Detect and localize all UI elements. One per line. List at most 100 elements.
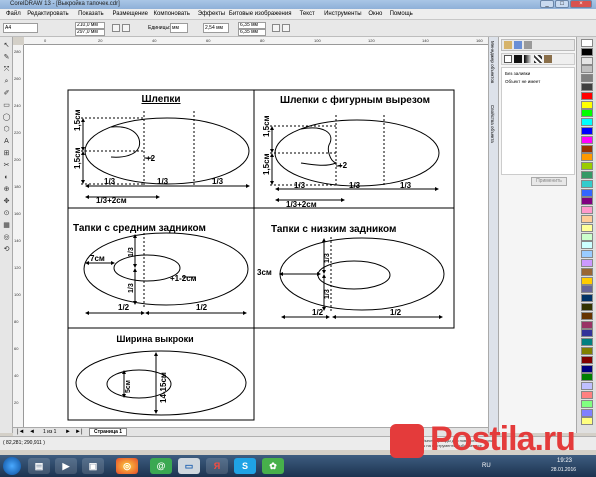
palette-swatch[interactable] (581, 338, 593, 347)
fill-tab-icon[interactable] (504, 41, 512, 49)
menu-item-8[interactable]: Инструменты (324, 11, 361, 17)
menu-item-1[interactable]: Редактировать (27, 11, 68, 17)
palette-swatch[interactable] (581, 364, 593, 373)
docker-tab-0[interactable]: Менеджер объектов (490, 41, 495, 101)
language-indicator[interactable]: RU (482, 463, 491, 469)
taskbar-skype-icon[interactable]: S (234, 458, 256, 474)
crop-tool-icon[interactable]: ⤧ (2, 65, 11, 74)
menu-item-3[interactable]: Размещение (113, 11, 149, 17)
taskbar-yandex-icon[interactable]: Я (206, 458, 228, 474)
palette-swatch[interactable] (581, 303, 593, 311)
taskbar-corel-icon[interactable]: ✿ (262, 458, 284, 474)
palette-swatch[interactable] (581, 285, 593, 294)
palette-swatch[interactable] (581, 83, 593, 91)
taskbar-explorer-icon[interactable]: ▤ (28, 458, 50, 474)
first-page-icon[interactable]: |◄ (17, 429, 25, 435)
options-icon[interactable] (282, 24, 290, 32)
polygon-tool-icon[interactable]: ⬡ (2, 125, 11, 134)
palette-swatch[interactable] (581, 311, 593, 320)
palette-swatch[interactable] (581, 162, 593, 171)
palette-swatch[interactable] (581, 373, 593, 382)
landscape-icon[interactable] (122, 24, 130, 32)
outline-tab-icon[interactable] (514, 41, 522, 49)
page-width-field[interactable]: 210,0 мм (75, 22, 105, 29)
palette-swatch[interactable] (581, 320, 593, 329)
palette-swatch[interactable] (581, 153, 593, 162)
palette-swatch[interactable] (581, 399, 593, 408)
drawing-canvas[interactable]: Шлепки 1,5см 1,5см +2 1/3 1/3 1/3 1/3+2с… (24, 45, 488, 427)
ellipse-tool-icon[interactable]: ◯ (2, 113, 11, 122)
knife-tool-icon[interactable]: ✂ (2, 161, 11, 170)
clock-time[interactable]: 19:23 (557, 458, 572, 464)
palette-swatch[interactable] (581, 267, 593, 276)
taskbar-media-icon[interactable]: ▶ (55, 458, 77, 474)
palette-swatch[interactable] (581, 179, 593, 188)
palette-swatch[interactable] (581, 259, 593, 267)
taskbar-mail-icon[interactable]: @ (150, 458, 172, 474)
palette-swatch[interactable] (581, 100, 593, 109)
start-button[interactable] (3, 457, 21, 475)
menu-item-7[interactable]: Текст (300, 11, 315, 17)
palette-swatch[interactable] (581, 408, 593, 417)
palette-swatch[interactable] (581, 250, 593, 259)
transform-tool-icon[interactable]: ✥ (2, 197, 11, 206)
menu-item-5[interactable]: Эффекты (198, 11, 225, 17)
palette-swatch[interactable] (581, 91, 593, 100)
treat-as-filled-icon[interactable] (272, 24, 280, 32)
palette-swatch[interactable] (581, 329, 593, 338)
freehand-tool-icon[interactable]: ✐ (2, 89, 11, 98)
palette-swatch[interactable] (581, 144, 593, 153)
menu-item-0[interactable]: Файл (6, 11, 21, 17)
fill-tool-icon[interactable]: ▦ (2, 221, 11, 230)
prev-page-icon[interactable]: ◄ (29, 429, 35, 435)
fountain-fill-icon[interactable] (524, 55, 532, 63)
duplicate-y-field[interactable]: 6,35 мм (238, 29, 266, 36)
duplicate-x-field[interactable]: 6,35 мм (238, 22, 266, 29)
menu-item-9[interactable]: Окно (368, 11, 382, 17)
palette-swatch[interactable] (581, 417, 593, 426)
units-select[interactable]: мм (170, 23, 188, 33)
menu-item-6[interactable]: Битовые изображения (229, 11, 292, 17)
texture-fill-icon[interactable] (544, 55, 552, 63)
palette-swatch[interactable] (581, 206, 593, 215)
palette-swatch[interactable] (581, 382, 593, 391)
menu-item-10[interactable]: Помощь (390, 11, 413, 17)
uniform-fill-icon[interactable] (514, 55, 522, 63)
portrait-icon[interactable] (112, 24, 120, 32)
blend-tool-icon[interactable]: ◐ (2, 173, 11, 182)
menu-item-2[interactable]: Показать (78, 11, 104, 17)
palette-swatch[interactable] (581, 39, 593, 47)
palette-swatch[interactable] (581, 355, 593, 364)
horizontal-ruler[interactable]: 0 20 40 60 80 100 120 140 160 (24, 37, 488, 45)
palette-swatch[interactable] (581, 294, 593, 303)
palette-swatch[interactable] (581, 241, 593, 250)
palette-swatch[interactable] (581, 109, 593, 118)
palette-swatch[interactable] (581, 127, 593, 135)
shape-tool-icon[interactable]: ✎ (2, 53, 11, 62)
tab-page-1[interactable]: Страница 1 (89, 428, 128, 436)
palette-swatch[interactable] (581, 391, 593, 399)
palette-swatch[interactable] (581, 171, 593, 179)
palette-swatch[interactable] (581, 135, 593, 144)
apply-button[interactable]: Применить (531, 177, 567, 186)
eyedropper-tool-icon[interactable]: ⊙ (2, 209, 11, 218)
rectangle-tool-icon[interactable]: ▭ (2, 101, 11, 110)
pattern-fill-icon[interactable] (534, 55, 542, 63)
taskbar-docs-icon[interactable]: ▭ (178, 458, 200, 474)
palette-swatch[interactable] (581, 56, 593, 65)
palette-swatch[interactable] (581, 197, 593, 206)
last-page-icon[interactable]: ►| (75, 429, 83, 435)
palette-swatch[interactable] (581, 232, 593, 241)
menu-item-4[interactable]: Компоновать (154, 11, 190, 17)
text-tool-icon[interactable]: A (2, 137, 11, 146)
pick-tool-icon[interactable]: ↖ (2, 41, 11, 50)
interactive-fill-icon[interactable]: ◎ (2, 233, 11, 242)
minimize-button[interactable]: _ (540, 0, 554, 8)
palette-swatch[interactable] (581, 65, 593, 74)
palette-swatch[interactable] (581, 215, 593, 223)
palette-swatch[interactable] (581, 118, 593, 127)
vertical-ruler[interactable]: 280 260 240 220 200 180 160 140 120 100 80 60 40 20 (13, 45, 24, 427)
palette-swatch[interactable] (581, 276, 593, 285)
palette-swatch[interactable] (581, 47, 593, 56)
palette-swatch[interactable] (581, 74, 593, 83)
